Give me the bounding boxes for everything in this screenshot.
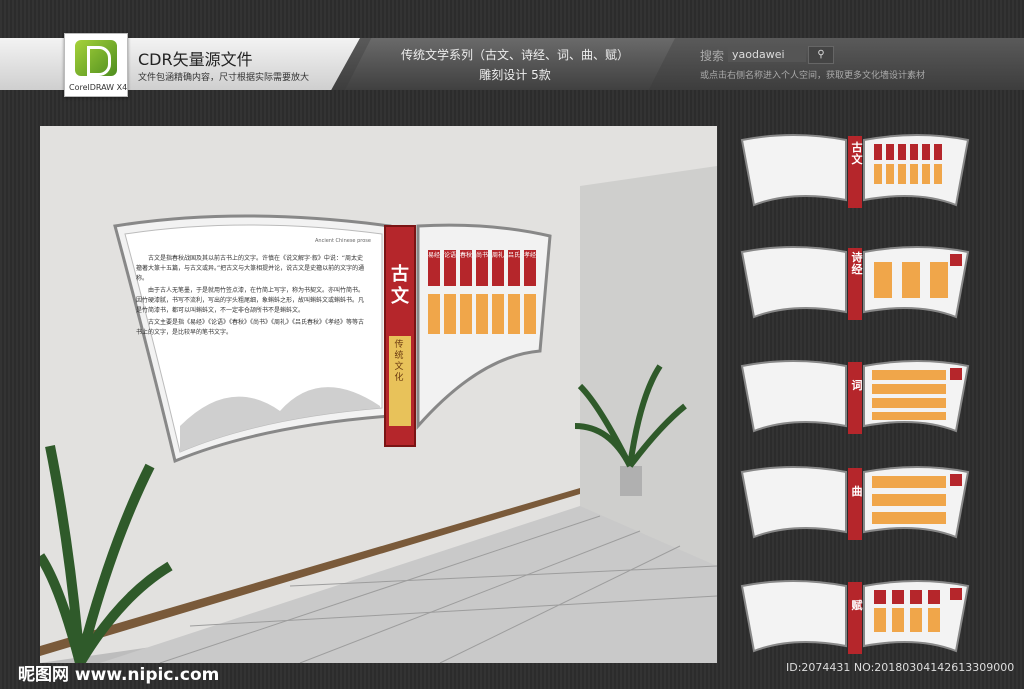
thumbnail-ci[interactable]: 词 <box>738 356 972 434</box>
file-type-title: CDR矢量源文件 <box>138 50 253 69</box>
thumbnail-qu[interactable]: 曲 <box>738 462 972 540</box>
search-button[interactable]: ⚲ <box>808 46 834 64</box>
search-input[interactable] <box>728 46 806 62</box>
thumbnail-art <box>740 580 970 654</box>
series-title: 传统文学系列（古文、诗经、词、曲、赋） <box>400 48 629 62</box>
thumbnail-shijing[interactable]: 诗经 <box>738 242 972 320</box>
series-subtitle: 雕刻设计 5款 <box>479 68 551 82</box>
watermark: 昵图网 www.nipic.com <box>18 665 220 685</box>
book-title: 春秋 <box>460 252 473 259</box>
book-title: 易经 <box>428 252 441 259</box>
thumbnail-art <box>740 360 970 434</box>
logo-text: CorelDRAW X4 <box>69 83 128 92</box>
coreldraw-logo-icon <box>75 40 117 76</box>
paragraph-1: 古文是指春秋战国及其以前古书上的文字。许慎在《说文解字·叙》中说：“周太史籀著大… <box>136 255 365 282</box>
search-label: 搜索 <box>700 49 725 63</box>
book-title: 周礼 <box>492 252 505 259</box>
thumbnail-art <box>740 466 970 540</box>
paragraph-3: 古文主要是指《易经》《论语》《春秋》《尚书》《周礼》《吕氏春秋》《孝经》等等古书… <box>136 319 365 336</box>
book-title-row: 易经 论语 春秋 尚书 周礼 吕氏 孝经 <box>428 252 540 260</box>
header: CorelDRAW X4 CDR矢量源文件 文件包涵精确内容，尺寸根据实际需要放… <box>0 0 1024 100</box>
book-title: 吕氏 <box>508 252 521 259</box>
thumbnail-label: 词 <box>851 379 863 392</box>
magnifier-icon: ⚲ <box>817 49 825 60</box>
thumbnail-label: 赋 <box>851 599 863 612</box>
book-title: 论语 <box>444 252 457 259</box>
book-title: 尚书 <box>476 252 489 259</box>
search-hint: 或点击右侧名称进入个人空间，获取更多文化墙设计素材 <box>700 71 926 81</box>
coreldraw-logo: CorelDRAW X4 <box>64 33 128 97</box>
thumbnail-label: 诗经 <box>851 251 863 276</box>
thumbnail-label: 曲 <box>851 485 863 498</box>
thumbnail-fu[interactable]: 赋 <box>738 576 972 654</box>
thumbnail-label: 古文 <box>851 141 863 166</box>
thumbnail-guwen[interactable]: 古文 <box>738 130 972 208</box>
book-title: 孝经 <box>524 252 537 259</box>
post-title: 古文 <box>391 264 409 307</box>
scene-illustration <box>40 126 717 663</box>
image-id: ID:2074431 NO:20180304142613309000 <box>786 661 1015 674</box>
article-body: 古文是指春秋战国及其以前古书上的文字。许慎在《说文解字·叙》中说：“周太史籀著大… <box>136 254 366 338</box>
file-type-subtitle: 文件包涵精确内容，尺寸根据实际需要放大 <box>138 73 310 83</box>
right-orange-panels <box>428 294 536 334</box>
english-tag: Ancient Chinese prose <box>315 238 371 244</box>
post-subtitle: 传统文化 <box>394 340 404 383</box>
paragraph-2: 由于古人无笔墨，于是就用竹签点漆，在竹简上写字，称为书契文。亦叫竹简书。因竹硬漆… <box>136 287 365 314</box>
main-preview: 古文 传统文化 Ancient Chinese prose 古文是指春秋战国及其… <box>40 126 717 663</box>
